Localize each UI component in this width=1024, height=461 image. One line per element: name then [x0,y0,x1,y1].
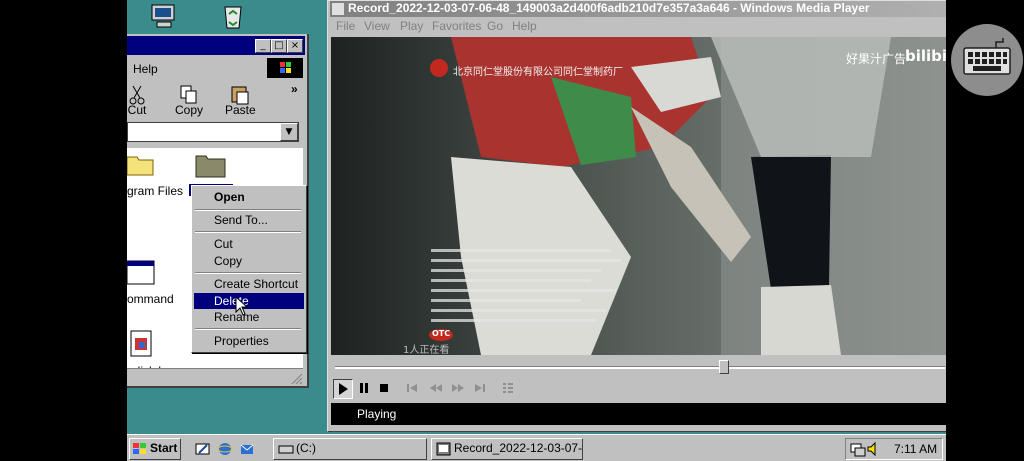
playlist-icon [503,383,513,393]
close-button[interactable]: × [287,39,303,53]
menu-view[interactable]: View [364,19,390,33]
selected-folder-icon[interactable] [195,150,227,178]
media-player-titlebar[interactable]: Record_2022-12-03-07-06-48_149003a2d400f… [330,1,946,17]
resize-grip-icon[interactable] [289,370,303,385]
menu-item-cut[interactable]: Cut [214,237,233,251]
status-bar [127,368,303,385]
menu-favorites[interactable]: Favorites [432,19,481,33]
task-media-player[interactable]: Record_2022-12-03-07-06-... [431,438,583,460]
window-title: Record_2022-12-03-07-06-48_149003a2d400f… [348,1,870,15]
video-brand: bilibili [905,47,946,65]
play-icon [339,383,348,395]
video-otc-badge: OTC [432,329,451,338]
address-dropdown-button[interactable]: ▼ [280,123,298,141]
toolbar-more-chevron[interactable]: » [291,82,298,96]
media-player-menubar: File View Play Favorites Go Help [330,17,946,35]
file-label[interactable]: gram Files [127,184,183,198]
playback-status: Playing [357,407,397,421]
play-button[interactable] [333,379,353,399]
cut-label: Cut [127,103,147,117]
menu-item-send-to[interactable]: Send To... [214,213,268,227]
show-desktop-icon[interactable] [195,441,211,457]
seek-thumb[interactable] [719,360,729,374]
menu-help[interactable]: Help [133,62,158,76]
video-watermark: 好果汁广告 [846,52,907,66]
video-frame[interactable]: 北京同仁堂股份有限公司同仁堂制药厂 好果汁广告 bilibili OTC 1人正… [331,37,946,355]
media-player-icon [436,442,451,456]
windows-logo-icon [133,443,146,454]
media-player-icon [332,3,344,15]
maximize-button[interactable]: □ [271,39,287,53]
start-label: Start [150,441,178,455]
menu-item-copy[interactable]: Copy [214,254,242,268]
stop-icon [380,384,388,392]
my-computer-desktop-icon[interactable] [149,2,177,30]
network-icon[interactable] [850,441,866,457]
pause-icon [360,383,368,393]
task-drive-c[interactable]: (C:) [273,438,427,460]
system-tray: 7:11 AM [845,438,943,460]
menu-item-properties[interactable]: Properties [214,334,269,348]
explorer-menubar: Help [127,58,305,80]
stop-button[interactable] [375,379,393,397]
cut-button[interactable]: Cut [127,84,147,117]
seek-bar[interactable] [331,357,946,377]
drive-icon [278,445,294,454]
volume-icon[interactable] [866,441,880,457]
context-menu: Open Send To... Cut Copy Create Shortcut… [191,185,307,353]
log-file-icon[interactable] [127,330,153,358]
playback-controls [331,377,946,401]
skip-back-button[interactable] [403,379,421,397]
menu-item-open[interactable]: Open [214,190,245,204]
menu-file[interactable]: File [336,19,355,33]
start-button[interactable]: Start [129,438,181,460]
status-bar: Playing [331,403,946,425]
msdos-window-icon[interactable] [127,260,155,286]
menu-play[interactable]: Play [400,19,423,33]
paste-label: Paste [225,103,256,117]
outlook-express-icon[interactable] [239,441,255,457]
menu-help[interactable]: Help [512,19,537,33]
file-label[interactable]: ommand [127,292,174,306]
explorer-toolbar: Cut Copy Paste » [127,82,305,120]
paste-button[interactable]: Paste [225,84,256,117]
keyboard-toggle-button[interactable] [951,24,1023,96]
task-label: Record_2022-12-03-07-06-... [454,441,583,455]
rewind-button[interactable] [427,379,445,397]
playlist-button[interactable] [499,379,517,397]
skip-forward-button[interactable] [471,379,489,397]
program-files-folder-icon[interactable] [127,152,155,176]
media-player-window: Record_2022-12-03-07-06-48_149003a2d400f… [327,0,946,432]
menu-item-delete-highlight[interactable] [194,293,304,309]
pause-button[interactable] [355,379,373,397]
rewind-icon [430,384,442,392]
fast-forward-icon [452,384,464,392]
copy-label: Copy [175,103,204,117]
keyboard-icon [963,38,1011,75]
emulated-desktop: _ □ × Help Cut Copy Paste » ▼ gram Files… [127,0,946,461]
clock: 7:11 AM [894,442,938,456]
mouse-cursor-icon [235,295,249,316]
copy-button[interactable]: Copy [175,84,203,117]
address-bar[interactable]: ▼ [127,122,299,142]
skip-forward-icon [475,384,485,392]
video-scene [331,37,946,355]
explorer-titlebar[interactable]: _ □ × [127,36,305,55]
skip-back-icon [407,384,417,392]
menu-item-create-shortcut[interactable]: Create Shortcut [214,277,298,291]
menu-go[interactable]: Go [487,19,503,33]
internet-explorer-icon[interactable] [217,441,233,457]
video-company-caption: 北京同仁堂股份有限公司同仁堂制药厂 [453,67,623,78]
recycle-bin-desktop-icon[interactable] [219,2,247,30]
task-label: (C:) [296,441,316,455]
video-viewers: 1人正在看 [403,345,450,355]
fast-forward-button[interactable] [449,379,467,397]
taskbar: Start (C:) Record_2022-12-03-07-06-... 7… [127,434,946,461]
minimize-button[interactable]: _ [255,39,271,53]
seek-track [335,366,945,369]
windows-logo-icon [267,58,303,78]
